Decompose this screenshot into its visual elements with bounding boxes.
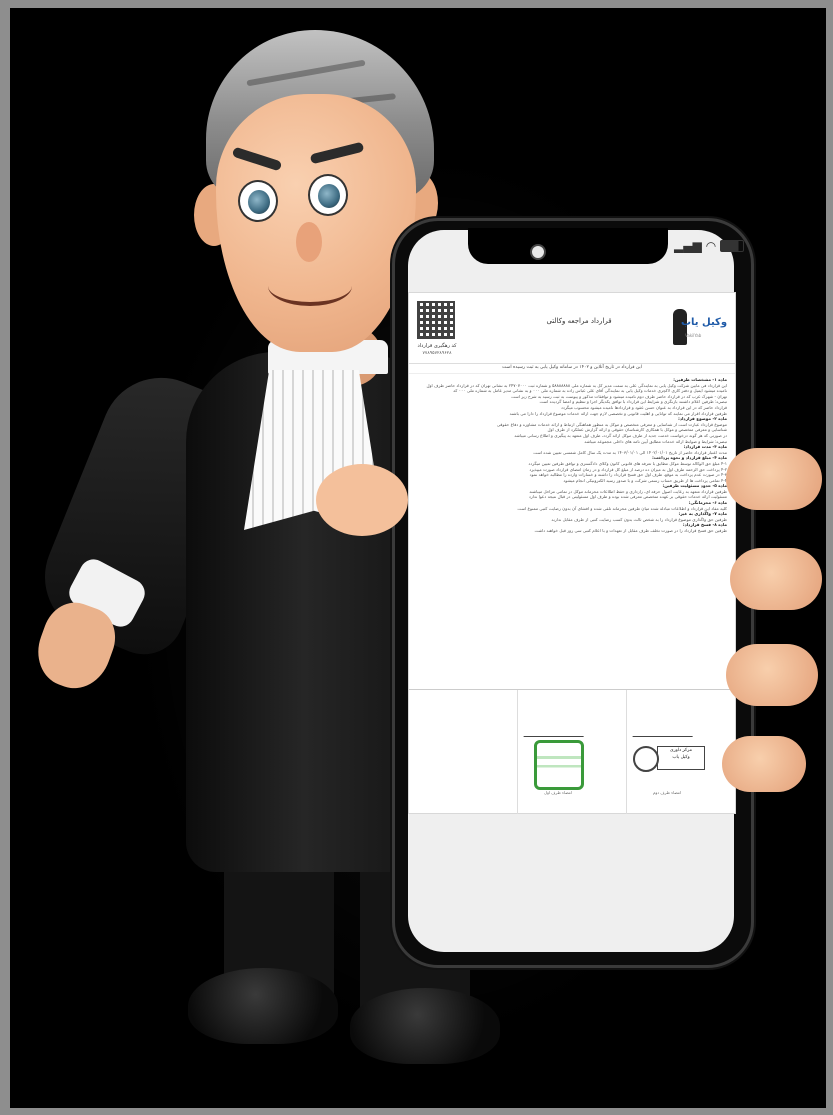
registration-notice: این قرارداد در تاریخ آنلاین و ۱۴۰۲ در سا… — [409, 365, 735, 374]
signature-row: امضاء طرف اول مرکز داوری وکیل یاب امضاء … — [409, 689, 735, 814]
finger-1 — [726, 448, 822, 510]
finger-4 — [722, 736, 806, 792]
right-shoe — [350, 988, 500, 1064]
status-bar-icons: ▂▄▆ ◠ — [674, 239, 745, 253]
signature-cell-right: مرکز داوری وکیل یاب امضاء طرف دوم — [626, 690, 735, 814]
face — [216, 94, 416, 352]
thumb — [316, 464, 408, 536]
contract-line: نامیده میشود ایمیل و دفتر کاری لاکچری خد… — [453, 388, 727, 394]
smile — [268, 266, 352, 306]
signature-mark — [523, 712, 593, 737]
stamp-name: مرکز داوری — [669, 748, 693, 753]
contract-line: طرفین حق فسخ قرارداد را در صورت تخلف طرف… — [534, 528, 727, 534]
qr-code-icon[interactable] — [417, 301, 455, 339]
contract-body: ماده ۱- مشخصات طرفین: این قرارداد فی مابی… — [417, 377, 727, 677]
qr-label: کد رهگیری قرارداد — [417, 343, 457, 349]
wifi-icon: ◠ — [705, 239, 717, 253]
nose — [296, 222, 322, 262]
document-header: کد رهگیری قرارداد ۷۷۸۹۵۷۲۸۹۶۲۸ قرارداد م… — [409, 293, 735, 364]
left-shoe — [188, 968, 338, 1044]
stamp-sub: وکیل یاب — [672, 755, 690, 760]
document-stamp-icon — [534, 740, 584, 790]
tracking-code: ۷۷۸۹۵۷۲۸۹۶۲۸ — [422, 351, 452, 356]
finger-3 — [726, 644, 818, 706]
camera-icon — [530, 244, 546, 260]
seal-icon — [633, 746, 659, 772]
signature-cell-empty — [409, 690, 517, 814]
right-eye — [308, 174, 348, 216]
stamp-box: مرکز داوری وکیل یاب — [657, 746, 705, 770]
image-frame: ▂▄▆ ◠ کد رهگیری قرارداد ۷۷۸۹۵۷۲۸۹۶۲۸ قرا… — [10, 8, 826, 1108]
phone-notch — [468, 228, 668, 264]
sign-caption-right: امضاء طرف دوم — [652, 790, 682, 795]
contract-document[interactable]: کد رهگیری قرارداد ۷۷۸۹۵۷۲۸۹۶۲۸ قرارداد م… — [408, 292, 736, 814]
signature-cell-left: امضاء طرف اول — [517, 690, 626, 814]
signature-mark-right — [632, 712, 702, 737]
finger-2 — [730, 548, 822, 610]
brand-logo-sub: VakilYab — [685, 333, 702, 338]
document-title: قرارداد مراجعه وکالتی — [546, 317, 612, 325]
signal-icon: ▂▄▆ — [674, 239, 702, 253]
sign-caption-left: امضاء طرف اول — [544, 790, 572, 795]
battery-icon — [720, 240, 745, 252]
brand-logo-text: وکیل یاب — [681, 317, 728, 328]
left-eye — [238, 180, 278, 222]
